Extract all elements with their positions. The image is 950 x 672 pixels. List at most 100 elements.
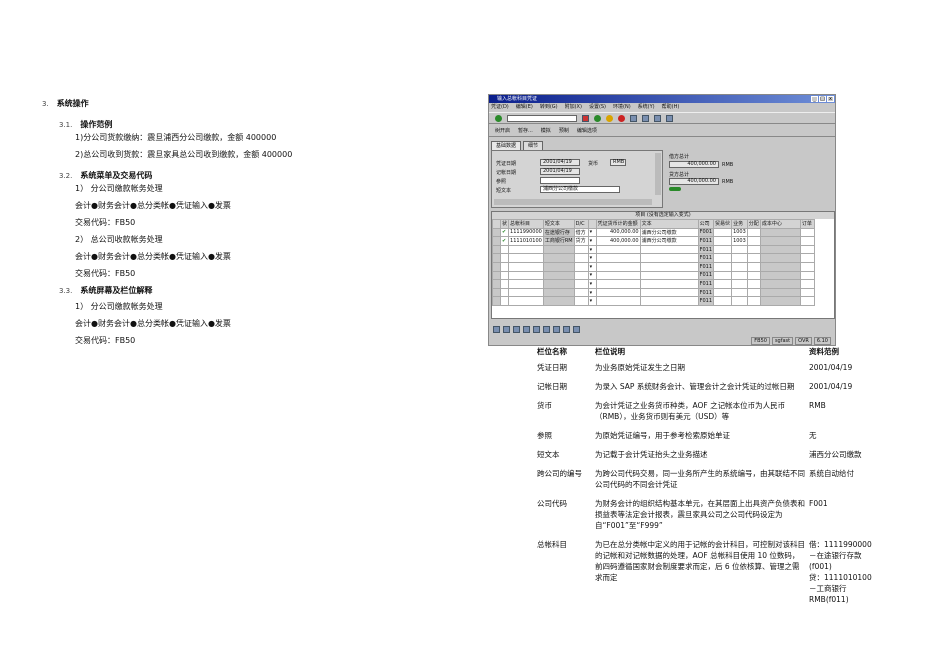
credit-currency: RMB bbox=[722, 179, 734, 185]
menu-item[interactable]: 设置(S) bbox=[589, 104, 606, 110]
application-toolbar: 树开启 暂存... 模拟 预制 编辑选项 bbox=[489, 125, 835, 137]
menu-item[interactable]: 系统(Y) bbox=[638, 104, 655, 110]
dc-dropdown[interactable]: ▾ bbox=[587, 227, 597, 238]
debit-total-label: 借方总计 bbox=[669, 154, 690, 160]
tab-basic-data[interactable]: 基础数据 bbox=[491, 141, 522, 150]
reference-label: 参照 bbox=[496, 179, 507, 185]
table-row: 公司代码 为财务会计的组织结构基本单元，在其层面上出具资产负债表和损益表等法定会计… bbox=[537, 499, 828, 530]
col-assignment: 分配 bbox=[746, 219, 761, 229]
check-icon[interactable] bbox=[499, 244, 510, 255]
reference-field[interactable] bbox=[540, 177, 580, 184]
post-date-field[interactable]: 2001/04/19 bbox=[540, 168, 580, 175]
print-icon[interactable] bbox=[630, 114, 637, 122]
table-row: 凭证日期 为业务原始凭证发生之日期 2001/04/19 bbox=[537, 363, 853, 372]
pre-post-button[interactable]: 预制 bbox=[559, 127, 569, 134]
dc-dropdown[interactable]: ▾ bbox=[587, 279, 597, 289]
check-icon[interactable] bbox=[499, 296, 510, 306]
tree-on-button[interactable]: 树开启 bbox=[495, 127, 510, 134]
menu-item[interactable]: 转到(G) bbox=[540, 104, 558, 110]
dc-dropdown[interactable]: ▾ bbox=[587, 261, 597, 272]
check-icon[interactable] bbox=[499, 261, 510, 272]
text-line: 会计●财务会计●总分类帐●凭证输入●发票 bbox=[75, 319, 231, 328]
check-icon[interactable] bbox=[499, 270, 510, 281]
short-text-label: 短文本 bbox=[496, 188, 512, 194]
deselect-icon[interactable] bbox=[513, 325, 520, 333]
item-row[interactable]: ✔ 1111990000 在途银行存 借方 ▾ 400,000.00 浦西分公司缴款 F001… bbox=[492, 227, 815, 238]
help-icon[interactable] bbox=[666, 114, 673, 122]
section-3-heading: 3. 系统操作 bbox=[42, 99, 89, 108]
menu-item[interactable]: 帮助(H) bbox=[662, 104, 680, 110]
menu-bar: 凭证(D) 编辑(E) 转到(G) 附加(X) 设置(S) 环境(N) 系统(Y) 帮助(H) bbox=[489, 103, 835, 112]
item-row[interactable]: ▾ F011 bbox=[492, 253, 815, 263]
table-row: 记帐日期 为录入 SAP 系统财务会计、管理会计之会计凭证的过帐日期 2001/04… bbox=[537, 382, 853, 391]
check-icon[interactable]: ✔ bbox=[499, 227, 510, 238]
save-icon[interactable] bbox=[582, 114, 589, 122]
cancel-icon[interactable] bbox=[618, 114, 625, 122]
simulate-button[interactable]: 模拟 bbox=[541, 127, 551, 134]
header-scrollbar[interactable] bbox=[655, 153, 661, 195]
col-dc: D/C bbox=[573, 219, 589, 229]
back-icon[interactable] bbox=[594, 114, 601, 122]
text-line: 交易代码：FB50 bbox=[75, 218, 136, 227]
col-amount: 凭证货币计的金额 bbox=[595, 219, 641, 229]
item-row[interactable]: ▾ F011 bbox=[492, 261, 815, 272]
delete-row-icon[interactable] bbox=[543, 325, 550, 333]
currency-field[interactable]: RMB bbox=[610, 159, 626, 166]
col-cost-center: 成本中心 bbox=[759, 219, 801, 229]
item-row[interactable]: ▾ F011 bbox=[492, 287, 815, 298]
check-icon[interactable] bbox=[499, 287, 510, 298]
park-button[interactable]: 暂存... bbox=[518, 127, 533, 134]
dc-dropdown[interactable]: ▾ bbox=[587, 270, 597, 281]
item-row[interactable]: ▾ F011 bbox=[492, 296, 815, 306]
item-row[interactable]: ▾ F011 bbox=[492, 244, 815, 255]
standard-toolbar bbox=[489, 112, 835, 124]
maximize-icon[interactable]: □ bbox=[819, 96, 826, 102]
post-date-label: 记帐日期 bbox=[496, 170, 517, 176]
details-icon[interactable] bbox=[493, 325, 500, 333]
tab-details[interactable]: 细节 bbox=[523, 141, 544, 150]
header-h-scrollbar[interactable] bbox=[494, 199, 652, 205]
check-icon[interactable] bbox=[499, 279, 510, 289]
item-row[interactable]: ▾ F011 bbox=[492, 270, 815, 281]
credit-total-field: 400,000.00 bbox=[669, 178, 719, 185]
status-time: 6.10 bbox=[813, 337, 831, 345]
dc-dropdown[interactable]: ▾ bbox=[587, 253, 597, 263]
doc-date-field[interactable]: 2001/04/19 bbox=[540, 159, 580, 166]
menu-item[interactable]: 环境(N) bbox=[613, 104, 631, 110]
check-icon[interactable] bbox=[499, 253, 510, 263]
table-row: 跨公司的编号 为跨公司代码交易，同一业务所产生的系统编号，由其联结不同公司代码的不… bbox=[537, 469, 854, 489]
table-row: 货币 为会计凭证之业务货币种类，AOF 之记帐本位币为人民币（RMB），业务货币则… bbox=[537, 401, 826, 421]
select-all-icon[interactable] bbox=[503, 325, 510, 333]
exit-icon[interactable] bbox=[606, 114, 613, 122]
sort-icon[interactable] bbox=[553, 325, 560, 333]
insert-row-icon[interactable] bbox=[533, 325, 540, 333]
window-title: 输入总帐科目凭证 bbox=[489, 95, 835, 103]
menu-item[interactable]: 凭证(D) bbox=[491, 104, 509, 110]
close-icon[interactable]: x bbox=[827, 96, 834, 102]
menu-item[interactable]: 附加(X) bbox=[565, 104, 582, 110]
tab-strip: 基础数据 细节 bbox=[491, 141, 835, 150]
col-company: 公司 bbox=[697, 219, 715, 229]
menu-item[interactable]: 编辑(E) bbox=[516, 104, 533, 110]
dc-dropdown[interactable]: ▾ bbox=[587, 244, 597, 255]
bottom-toolbar bbox=[489, 323, 835, 335]
check-icon[interactable]: ✔ bbox=[499, 236, 510, 246]
item-row[interactable]: ▾ F011 bbox=[492, 279, 815, 289]
find-icon[interactable] bbox=[642, 114, 649, 122]
minimize-icon[interactable]: _ bbox=[811, 96, 818, 102]
dc-dropdown[interactable]: ▾ bbox=[587, 236, 597, 246]
dc-dropdown[interactable]: ▾ bbox=[587, 296, 597, 306]
text-line: 交易代码：FB50 bbox=[75, 269, 136, 278]
copy-icon[interactable] bbox=[523, 325, 530, 333]
short-text-field[interactable]: 浦西分公司缴款 bbox=[540, 186, 620, 193]
page-icon[interactable] bbox=[654, 114, 661, 122]
item-row[interactable]: ✔ 1111010100 工商银行RM 贷方 ▾ 400,000.00 浦西分公司缴款 F01… bbox=[492, 236, 815, 246]
print-list-icon[interactable] bbox=[573, 325, 580, 333]
command-field[interactable] bbox=[507, 114, 577, 122]
filter-icon[interactable] bbox=[563, 325, 570, 333]
col-text: 文本 bbox=[639, 219, 699, 229]
enter-icon[interactable] bbox=[495, 114, 502, 122]
editing-options-button[interactable]: 编辑选项 bbox=[577, 127, 597, 134]
dc-dropdown[interactable]: ▾ bbox=[587, 287, 597, 298]
doc-date-label: 凭证日期 bbox=[496, 161, 517, 167]
